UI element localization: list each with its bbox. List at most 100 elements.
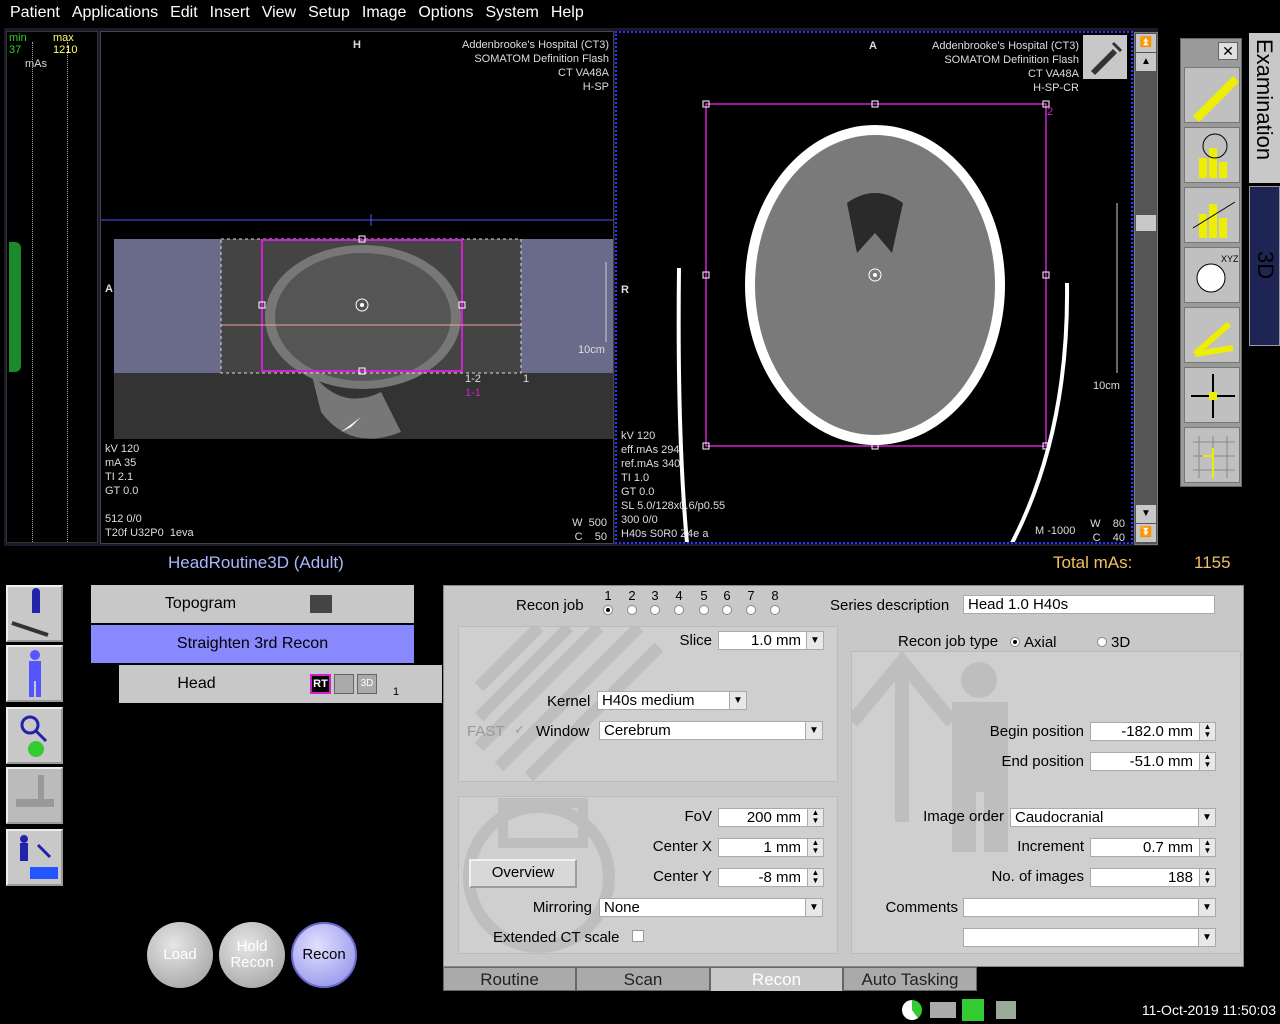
kernel-field[interactable]: H40s medium ▼ [597, 691, 747, 710]
search-patient-icon[interactable] [6, 707, 63, 764]
transfer-icon[interactable] [6, 829, 63, 886]
menu-help[interactable]: Help [545, 4, 590, 22]
tree-item-topogram-label: Topogram [164, 595, 237, 612]
recon-job-4-radio[interactable] [674, 605, 684, 615]
3d-radio[interactable] [1097, 637, 1107, 647]
head-orientation-icon[interactable]: XYZ [1184, 247, 1240, 303]
tab-routine[interactable]: Routine [443, 967, 576, 991]
tab-scan[interactable]: Scan [576, 967, 710, 991]
scroll-thumb[interactable] [1136, 215, 1156, 231]
topogram-segment[interactable]: H A Addenbrooke's Hospital (CT3) SOMATOM… [100, 31, 614, 544]
recon-job-1-radio[interactable] [603, 605, 613, 615]
patient-table-icon[interactable] [6, 585, 63, 642]
3d-icon[interactable]: 3D [357, 674, 377, 694]
tab-examination[interactable]: Examination [1249, 33, 1280, 183]
menu-options[interactable]: Options [412, 4, 479, 22]
overview-button[interactable]: Overview [469, 859, 577, 888]
recon-job-7-radio[interactable] [746, 605, 756, 615]
no-of-images-stepper-icon[interactable]: ▲ ▼ [1199, 869, 1215, 886]
tree-item-head[interactable]: Head RT 3D 1 [119, 665, 442, 703]
extended-ct-checkbox[interactable] [632, 930, 644, 942]
axial-radio[interactable] [1010, 637, 1020, 647]
menu-applications[interactable]: Applications [66, 4, 164, 22]
chevron-down-icon[interactable]: ▼ [806, 632, 823, 649]
center-y-stepper-icon[interactable]: ▲ ▼ [807, 869, 823, 886]
tab-recon[interactable]: Recon [710, 967, 843, 991]
menu-image[interactable]: Image [356, 4, 412, 22]
center-x-field[interactable]: 1 mm ▲ ▼ [718, 838, 824, 857]
image-order-value: Caudocranial [1015, 809, 1104, 826]
no-of-images-field[interactable]: 188 ▲ ▼ [1090, 868, 1216, 887]
scroll-up-icon[interactable]: ▲ [1136, 53, 1156, 71]
recon-job-8-radio[interactable] [770, 605, 780, 615]
comments-label: Comments [885, 899, 958, 916]
image-scrollbar[interactable]: ⏫ ▲ ▼ ⏬ [1134, 32, 1158, 545]
edit-tool-icon[interactable] [1083, 35, 1127, 79]
tree-item-straighten[interactable]: Straighten 3rd Recon [91, 625, 414, 663]
fov-stepper-icon[interactable]: ▲ ▼ [807, 809, 823, 826]
image-order-field[interactable]: Caudocranial ▼ [1010, 808, 1216, 827]
window-label: Window [536, 723, 590, 740]
close-icon[interactable]: ✕ [1218, 42, 1238, 60]
fast-check-icon[interactable]: ✓ [514, 722, 525, 738]
center-x-stepper-icon[interactable]: ▲ ▼ [807, 839, 823, 856]
center-y-field[interactable]: -8 mm ▲ ▼ [718, 868, 824, 887]
grid-icon[interactable] [1184, 427, 1240, 483]
tab-auto-tasking[interactable]: Auto Tasking [843, 967, 977, 991]
menu-patient[interactable]: Patient [4, 4, 66, 22]
end-stepper-icon[interactable]: ▲ ▼ [1199, 753, 1215, 770]
chevron-down-icon[interactable]: ▼ [805, 899, 822, 916]
chevron-down-icon[interactable]: ▼ [1198, 899, 1215, 916]
increment-field[interactable]: 0.7 mm ▲ ▼ [1090, 838, 1216, 857]
scroll-bottom-icon[interactable]: ⏬ [1136, 524, 1156, 542]
tree-item-topogram[interactable]: Topogram [91, 585, 414, 623]
slice-field[interactable]: 1.0 mm ▼ [718, 631, 824, 650]
recon-job-3-radio[interactable] [650, 605, 660, 615]
menu-edit[interactable]: Edit [164, 4, 204, 22]
window-field[interactable]: Cerebrum ▼ [599, 721, 823, 740]
comments-field-2[interactable]: ▼ [963, 928, 1216, 947]
recon-button[interactable]: Recon [291, 922, 357, 988]
recon-job-6-radio[interactable] [722, 605, 732, 615]
tab-3d[interactable]: 3D [1249, 186, 1280, 346]
chevron-down-icon[interactable]: ▼ [729, 692, 746, 709]
menu-insert[interactable]: Insert [204, 4, 256, 22]
menu-setup[interactable]: Setup [302, 4, 356, 22]
recon-job-2-radio[interactable] [627, 605, 637, 615]
hold-recon-button[interactable]: Hold Recon [219, 922, 285, 988]
end-position-field[interactable]: -51.0 mm ▲ ▼ [1090, 752, 1216, 771]
rt-icon[interactable]: RT [310, 674, 331, 694]
chevron-down-icon[interactable]: ▼ [805, 722, 822, 739]
crosshair-icon[interactable] [1184, 367, 1240, 423]
blank-icon[interactable] [334, 674, 354, 694]
scanner-icon[interactable] [6, 767, 63, 824]
hold-recon-label-1: Hold [236, 938, 268, 955]
comments-field-1[interactable]: ▼ [963, 898, 1216, 917]
fov-field[interactable]: 200 mm ▲ ▼ [718, 808, 824, 827]
recon-job-4-label: 4 [675, 588, 683, 603]
patient-position-icon[interactable] [6, 645, 63, 702]
mirroring-field[interactable]: None ▼ [599, 898, 823, 917]
recon-job-5-label: 5 [700, 588, 708, 603]
mas-min-value: 37 [9, 44, 22, 56]
chevron-down-icon[interactable]: ▼ [1198, 809, 1215, 826]
profile-icon[interactable] [1184, 187, 1240, 243]
histogram-icon[interactable] [1184, 127, 1240, 183]
recon-job-5-radio[interactable] [699, 605, 709, 615]
scroll-down-icon[interactable]: ▼ [1136, 505, 1156, 523]
menu-view[interactable]: View [256, 4, 302, 22]
topogram-range-label-a: 1-2 [465, 373, 481, 385]
angle-icon[interactable] [1184, 307, 1240, 363]
begin-stepper-icon[interactable]: ▲ ▼ [1199, 723, 1215, 740]
axial-segment[interactable]: A R Addenbrooke's Hospital (CT3) SOMATOM… [615, 31, 1133, 544]
ruler-icon[interactable] [1184, 67, 1240, 123]
mas-max-label: max [53, 32, 74, 44]
recon-button-label: Recon [302, 946, 346, 963]
chevron-down-icon[interactable]: ▼ [1198, 929, 1215, 946]
scroll-top-icon[interactable]: ⏫ [1136, 34, 1156, 52]
load-button[interactable]: Load [147, 922, 213, 988]
menu-system[interactable]: System [480, 4, 545, 22]
series-description-field[interactable]: Head 1.0 H40s [963, 595, 1215, 614]
begin-position-field[interactable]: -182.0 mm ▲ ▼ [1090, 722, 1216, 741]
increment-stepper-icon[interactable]: ▲ ▼ [1199, 839, 1215, 856]
